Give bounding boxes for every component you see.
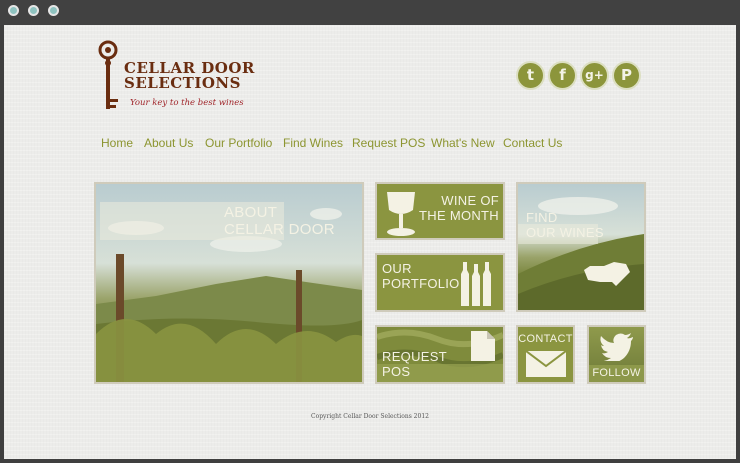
facebook-icon[interactable]: f — [548, 61, 577, 90]
nav-our-portfolio[interactable]: Our Portfolio — [205, 136, 272, 150]
contact-tile[interactable]: CONTACT — [516, 325, 575, 384]
copyright-text: Copyright Cellar Door Selections 2012 — [311, 413, 429, 420]
find-our-wines-line1: FIND — [526, 210, 558, 225]
brand-tagline: Your key to the best wines — [130, 98, 244, 108]
our-portfolio-line2: PORTFOLIO — [382, 276, 460, 291]
request-pos-tile[interactable]: REQUEST POS — [375, 325, 505, 384]
window-maximize-dot-icon[interactable] — [48, 5, 59, 16]
about-tile-label: ABOUT CELLAR DOOR — [224, 204, 335, 238]
vineyard-hill-photo — [518, 197, 644, 310]
request-pos-line1: REQUEST — [382, 349, 447, 364]
nav-about-us[interactable]: About Us — [144, 136, 193, 150]
wine-of-the-month-line2: THE MONTH — [419, 208, 499, 223]
wine-glass-icon — [387, 192, 415, 236]
browser-chrome — [0, 0, 740, 25]
request-pos-line2: POS — [382, 364, 411, 379]
about-tile[interactable]: ABOUT CELLAR DOOR — [94, 182, 364, 384]
page: CELLAR DOOR SELECTIONS Your key to the b… — [4, 25, 736, 459]
follow-tile[interactable]: FOLLOW — [587, 325, 646, 384]
wine-of-the-month-tile[interactable]: WINE OF THE MONTH — [375, 182, 505, 240]
find-our-wines-line2: OUR WINES — [526, 225, 604, 240]
nav-find-wines[interactable]: Find Wines — [283, 136, 343, 150]
wine-of-the-month-line1: WINE OF — [441, 193, 499, 208]
about-tile-label-line1: ABOUT — [224, 204, 278, 221]
about-tile-label-line2: CELLAR DOOR — [224, 221, 335, 238]
find-our-wines-tile[interactable]: FIND OUR WINES — [516, 182, 646, 312]
wine-bottles-icon — [461, 262, 491, 306]
twitter-bird-icon — [599, 333, 633, 361]
twitter-icon[interactable]: t — [516, 61, 545, 90]
find-our-wines-label: FIND OUR WINES — [526, 210, 604, 240]
document-icon — [471, 331, 495, 361]
follow-label: FOLLOW — [592, 367, 641, 379]
usa-map-icon — [584, 262, 632, 288]
nav-request-pos[interactable]: Request POS — [352, 136, 425, 150]
our-portfolio-line1: OUR — [382, 261, 412, 276]
our-portfolio-label: OUR PORTFOLIO — [382, 261, 460, 291]
google-plus-icon[interactable]: g+ — [580, 61, 609, 90]
envelope-icon — [526, 351, 566, 377]
pinterest-icon[interactable]: P — [612, 61, 641, 90]
window-close-dot-icon[interactable] — [8, 5, 19, 16]
window-minimize-dot-icon[interactable] — [28, 5, 39, 16]
nav-home[interactable]: Home — [101, 136, 133, 150]
brand-title: CELLAR DOOR SELECTIONS — [124, 61, 255, 91]
logo[interactable]: CELLAR DOOR SELECTIONS Your key to the b… — [94, 39, 254, 119]
our-portfolio-tile[interactable]: OUR PORTFOLIO — [375, 253, 505, 312]
brand-title-line2: SELECTIONS — [124, 74, 241, 92]
nav-whats-new[interactable]: What's New — [431, 136, 495, 150]
contact-label: CONTACT — [518, 333, 573, 345]
wine-of-the-month-label: WINE OF THE MONTH — [419, 193, 499, 223]
request-pos-label: REQUEST POS — [382, 349, 447, 379]
nav-contact-us[interactable]: Contact Us — [503, 136, 562, 150]
